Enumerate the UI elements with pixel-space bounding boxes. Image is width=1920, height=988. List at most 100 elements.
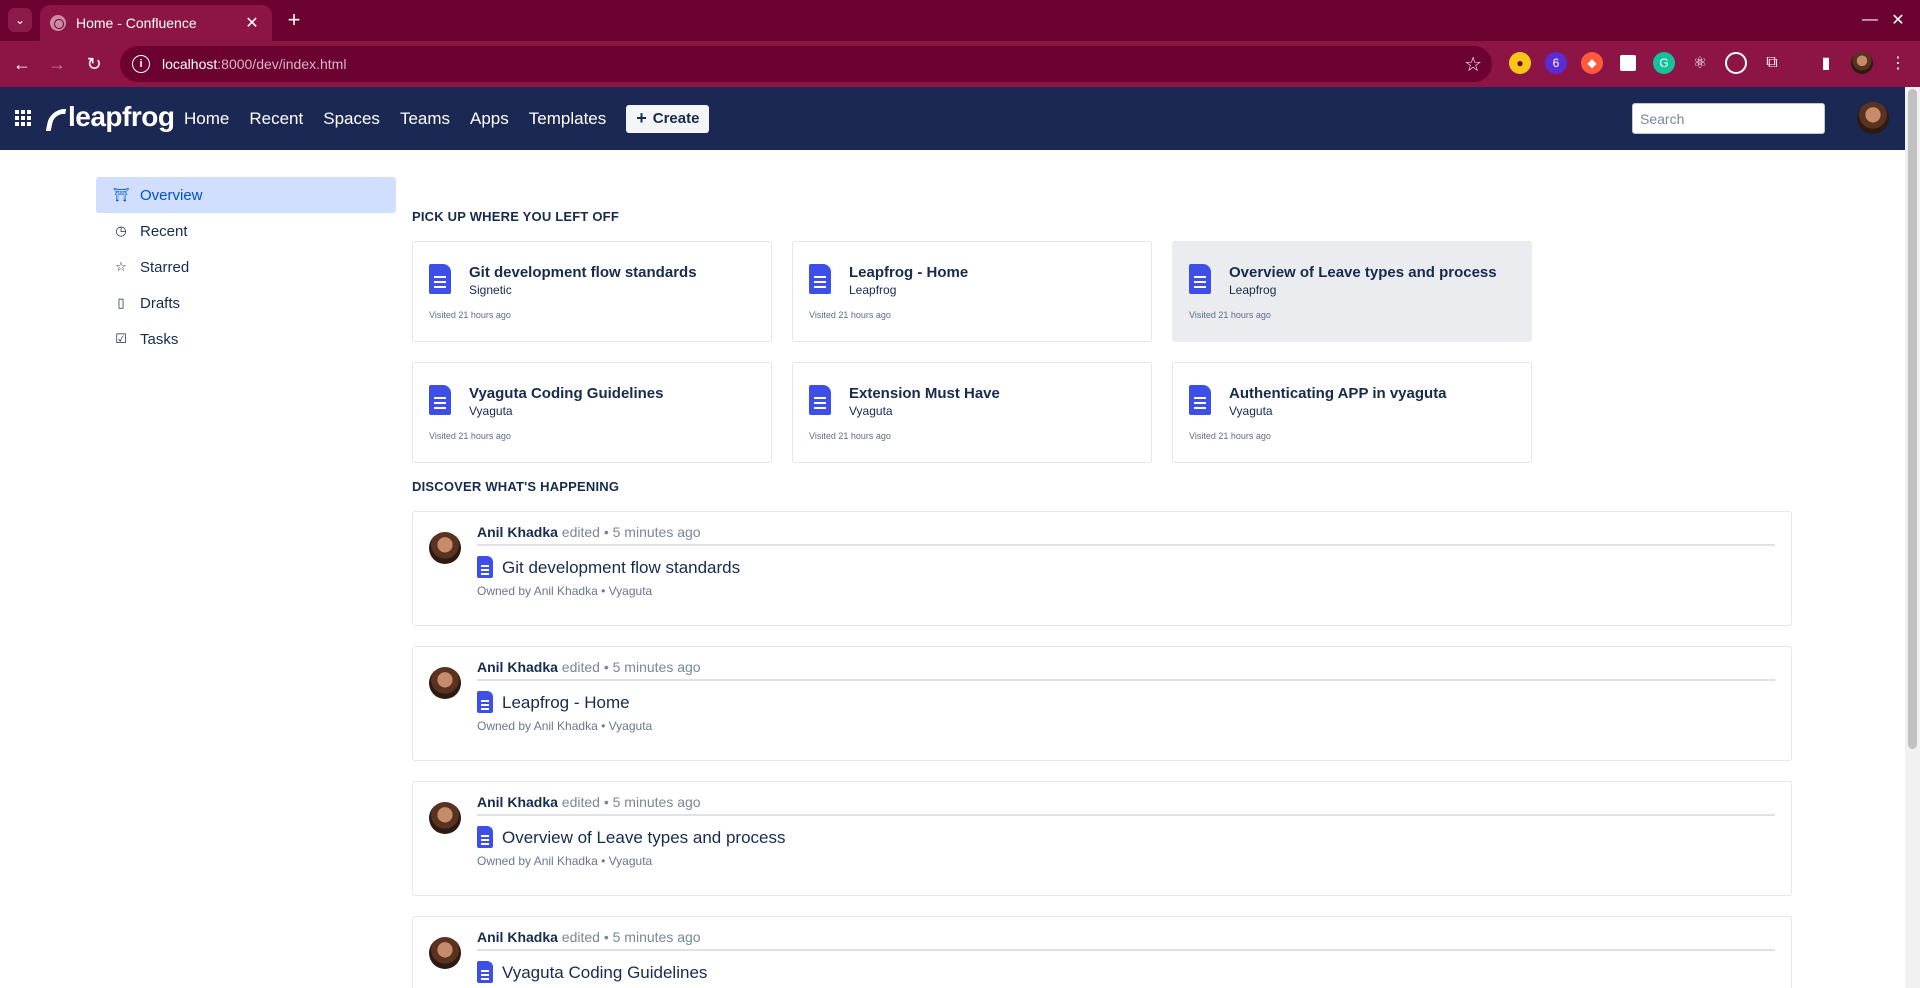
tab-list-chevron-icon[interactable]: ⌄ — [8, 8, 32, 32]
profile-avatar-icon[interactable] — [1851, 52, 1873, 74]
nav-recent[interactable]: Recent — [249, 109, 303, 129]
card-space: Vyaguta — [849, 404, 893, 418]
sidebar-item-label: Recent — [140, 222, 188, 240]
browser-tab[interactable]: Home - Confluence ✕ — [40, 5, 272, 41]
nav-home[interactable]: Home — [184, 109, 229, 129]
activity-header: Anil Khadka edited • 5 minutes ago — [477, 929, 1775, 951]
sidebar-item-recent[interactable]: ◷ Recent — [96, 213, 396, 249]
checkbox-icon: ☑ — [115, 331, 127, 346]
card-space: Signetic — [469, 283, 512, 297]
card-visited: Visited 21 hours ago — [809, 310, 891, 320]
extension-icon-1[interactable]: ● — [1509, 52, 1531, 74]
puzzle-extensions-icon[interactable]: ⧉ — [1761, 52, 1783, 74]
card-title: Vyaguta Coding Guidelines — [469, 385, 664, 402]
logo-text: leapfrog — [68, 101, 175, 132]
extension-icon-3[interactable]: ◆ — [1581, 52, 1603, 74]
activity-card[interactable]: Anil Khadka edited • 5 minutes ago Leapf… — [412, 646, 1792, 761]
activity-header: Anil Khadka edited • 5 minutes ago — [477, 659, 1775, 681]
activity-user[interactable]: Anil Khadka — [477, 929, 558, 945]
activity-doc-title[interactable]: Vyaguta Coding Guidelines — [502, 963, 707, 983]
sidebar-item-drafts[interactable]: ▯ Drafts — [96, 285, 396, 321]
activity-owner: Owned by Anil Khadka • Vyaguta — [477, 719, 653, 733]
recent-card[interactable]: Git development flow standards Signetic … — [412, 241, 772, 342]
activity-doc-title[interactable]: Overview of Leave types and process — [502, 828, 785, 848]
tab-title: Home - Confluence — [76, 15, 197, 31]
activity-doc-title[interactable]: Leapfrog - Home — [502, 693, 630, 713]
url-text: localhost:8000/dev/index.html — [162, 56, 346, 72]
qr-extension-icon[interactable] — [1620, 55, 1636, 71]
avatar[interactable] — [429, 937, 461, 969]
globe-favicon-icon — [50, 15, 66, 31]
sidebar-item-starred[interactable]: ☆ Starred — [96, 249, 396, 285]
recent-card[interactable]: Overview of Leave types and process Leap… — [1172, 241, 1532, 342]
scrollbar-thumb[interactable] — [1908, 89, 1917, 749]
sidebar: ⛩ Overview ◷ Recent ☆ Starred ▯ Drafts ☑… — [96, 177, 396, 357]
sidebar-item-tasks[interactable]: ☑ Tasks — [96, 321, 396, 357]
new-tab-plus-icon[interactable]: + — [282, 7, 306, 32]
activity-user[interactable]: Anil Khadka — [477, 794, 558, 810]
card-visited: Visited 21 hours ago — [429, 431, 511, 441]
card-space: Leapfrog — [1229, 283, 1277, 297]
pickup-section-title: PICK UP WHERE YOU LEFT OFF — [412, 209, 619, 224]
activity-header: Anil Khadka edited • 5 minutes ago — [477, 794, 1775, 816]
bookmark-star-icon[interactable]: ☆ — [1464, 52, 1482, 77]
activity-header: Anil Khadka edited • 5 minutes ago — [477, 524, 1775, 546]
overview-icon: ⛩ — [112, 187, 130, 202]
recent-card[interactable]: Vyaguta Coding Guidelines Vyaguta Visite… — [412, 362, 772, 463]
nav-templates[interactable]: Templates — [529, 109, 606, 129]
file-icon: ▯ — [117, 295, 125, 310]
nav-apps[interactable]: Apps — [470, 109, 509, 129]
back-arrow-icon[interactable]: ← — [10, 52, 34, 76]
document-icon — [477, 961, 493, 983]
minimize-icon[interactable]: — — [1858, 8, 1882, 32]
browser-tab-bar: ⌄ Home - Confluence ✕ + — ✕ — [0, 0, 1920, 41]
avatar[interactable] — [429, 667, 461, 699]
activity-card[interactable]: Anil Khadka edited • 5 minutes ago Overv… — [412, 781, 1792, 896]
card-title: Extension Must Have — [849, 385, 1000, 402]
activity-card[interactable]: Anil Khadka edited • 5 minutes ago Git d… — [412, 511, 1792, 626]
site-info-icon[interactable]: i — [132, 55, 150, 73]
create-label: Create — [652, 110, 700, 127]
sidebar-item-overview[interactable]: ⛩ Overview — [96, 177, 396, 213]
card-title: Git development flow standards — [469, 264, 697, 281]
card-visited: Visited 21 hours ago — [429, 310, 511, 320]
more-menu-icon[interactable]: ⋮ — [1887, 52, 1909, 74]
forward-arrow-icon[interactable]: → — [45, 52, 69, 76]
activity-user[interactable]: Anil Khadka — [477, 524, 558, 540]
recent-card[interactable]: Leapfrog - Home Leapfrog Visited 21 hour… — [792, 241, 1152, 342]
page-scrollbar[interactable] — [1905, 87, 1920, 988]
activity-card[interactable]: Anil Khadka edited • 5 minutes ago Vyagu… — [412, 916, 1792, 988]
create-button[interactable]: + Create — [626, 104, 710, 133]
card-visited: Visited 21 hours ago — [809, 431, 891, 441]
activity-owner: Owned by Anil Khadka • Vyaguta — [477, 854, 653, 868]
user-avatar[interactable] — [1857, 102, 1889, 134]
document-icon — [429, 264, 451, 294]
extension-icon-2[interactable]: 6 — [1545, 52, 1567, 74]
target-extension-icon[interactable] — [1725, 52, 1747, 74]
url-host: localhost — [162, 56, 218, 72]
nav-teams[interactable]: Teams — [400, 109, 450, 129]
address-bar[interactable]: i localhost:8000/dev/index.html ☆ — [120, 46, 1492, 82]
tab-close-icon[interactable]: ✕ — [242, 13, 262, 33]
activity-user[interactable]: Anil Khadka — [477, 659, 558, 675]
card-visited: Visited 21 hours ago — [1189, 310, 1271, 320]
sidebar-item-label: Drafts — [140, 294, 181, 312]
avatar[interactable] — [429, 802, 461, 834]
avatar[interactable] — [429, 532, 461, 564]
document-icon — [1189, 264, 1211, 294]
nav-spaces[interactable]: Spaces — [323, 109, 380, 129]
react-devtools-icon[interactable]: ⚛ — [1689, 52, 1711, 74]
side-panel-icon[interactable]: ▮ — [1815, 52, 1837, 74]
reload-icon[interactable]: ↻ — [82, 52, 106, 76]
close-window-icon[interactable]: ✕ — [1886, 8, 1910, 32]
extension-badge: 6 — [1552, 56, 1560, 70]
activity-owner: Owned by Anil Khadka • Vyaguta — [477, 584, 653, 598]
document-icon — [809, 385, 831, 415]
grammarly-icon[interactable]: G — [1653, 52, 1675, 74]
recent-card[interactable]: Authenticating APP in vyaguta Vyaguta Vi… — [1172, 362, 1532, 463]
search-input[interactable] — [1632, 103, 1825, 134]
recent-card[interactable]: Extension Must Have Vyaguta Visited 21 h… — [792, 362, 1152, 463]
activity-doc-title[interactable]: Git development flow standards — [502, 558, 740, 578]
app-switcher-icon[interactable] — [15, 110, 31, 126]
leapfrog-logo[interactable]: leapfrog — [45, 100, 175, 134]
